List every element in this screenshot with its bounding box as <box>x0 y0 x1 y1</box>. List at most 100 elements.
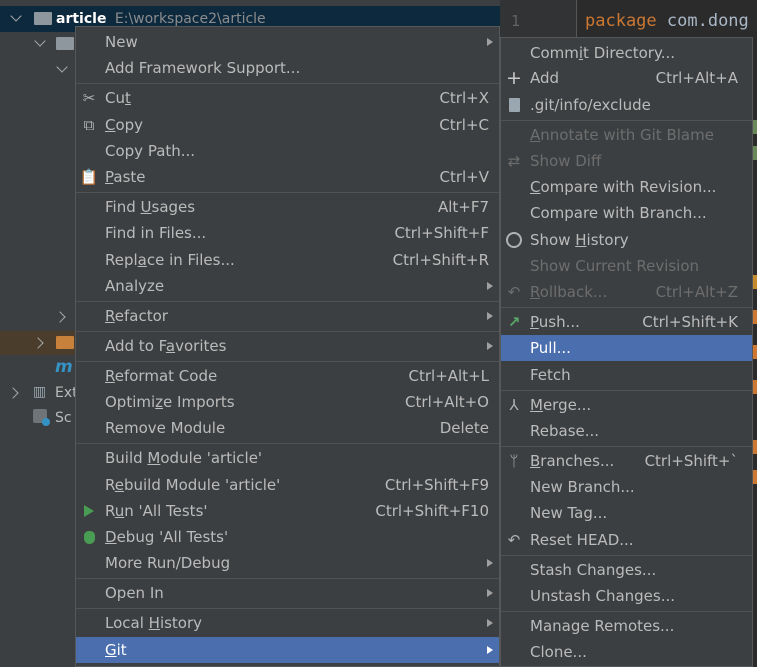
menu-item-reset-head[interactable]: ↶ Reset HEAD... <box>501 527 752 553</box>
menu-item-new-tag[interactable]: New Tag... <box>501 500 752 526</box>
menu-item-analyze[interactable]: Analyze <box>76 273 499 299</box>
menu-item-label: build Module 'article' <box>123 476 281 494</box>
menu-separator <box>76 578 499 579</box>
menu-item-open-in[interactable]: Open In <box>76 580 499 606</box>
menu-item-label: Copy Path... <box>105 142 196 160</box>
menu-item-local-history[interactable]: Local History <box>76 610 499 636</box>
menu-item-label: Rebase... <box>530 422 600 440</box>
menu-separator <box>76 331 499 332</box>
libraries-icon: ▥ <box>33 384 46 400</box>
menu-item-fetch[interactable]: Fetch <box>501 362 752 388</box>
gutter-marker <box>753 380 757 394</box>
shortcut: Ctrl+Shift+F <box>394 224 489 242</box>
chevron-right-icon[interactable] <box>7 387 19 399</box>
menu-item-clone[interactable]: Clone... <box>501 639 752 665</box>
mnemonic: C <box>105 116 116 134</box>
menu-item-show-diff[interactable]: ⇄ Show Diff <box>501 148 752 174</box>
menu-item-add-to-favorites[interactable]: Add to Favorites <box>76 333 499 359</box>
push-arrow-icon: ↗ <box>507 313 521 331</box>
menu-item-debug-all-tests[interactable]: Debug 'All Tests' <box>76 524 499 550</box>
branch-icon: ᛘ <box>509 452 519 470</box>
gutter-marker <box>753 345 757 359</box>
mnemonic: U <box>140 198 152 216</box>
menu-item-label: Fetch <box>530 366 571 384</box>
menu-item-manage-remotes[interactable]: Manage Remotes... <box>501 613 752 639</box>
menu-item-label: ollback... <box>539 283 608 301</box>
submenu-arrow-icon <box>487 342 493 350</box>
gutter-marker <box>753 470 757 484</box>
mnemonic: z <box>155 393 164 411</box>
menu-item-compare-revision[interactable]: Compare with Revision... <box>501 174 752 200</box>
menu-item-optimize-imports[interactable]: Optimize Imports Ctrl+Alt+O <box>76 389 499 415</box>
menu-item-branches[interactable]: ᛘ Branches... Ctrl+Shift+` <box>501 448 752 474</box>
menu-item-copy-path[interactable]: Copy Path... <box>76 138 499 164</box>
code-line[interactable]: package com.dong <box>585 11 749 31</box>
menu-item-remove-module[interactable]: Remove Module Delete <box>76 415 499 441</box>
chevron-down-icon[interactable] <box>34 35 46 47</box>
module-folder-icon <box>34 12 52 25</box>
menu-item-merge[interactable]: ⅄ Merge... <box>501 392 752 418</box>
tree-row-scratches[interactable]: Sc <box>55 405 72 431</box>
menu-item-label: Build <box>105 449 148 467</box>
menu-item-label: Analyze <box>105 277 165 295</box>
menu-separator <box>76 608 499 609</box>
menu-item-annotate[interactable]: Annotate with Git Blame <box>501 122 752 148</box>
menu-item-cut[interactable]: ✂ Cut Ctrl+X <box>76 85 499 111</box>
menu-item-paste[interactable]: 📋 Paste Ctrl+V <box>76 164 499 190</box>
menu-item-new[interactable]: New <box>76 29 499 55</box>
menu-separator <box>76 192 499 193</box>
menu-item-commit-directory[interactable]: Commit Directory... <box>501 40 752 66</box>
shortcut: Ctrl+Shift+F9 <box>384 476 489 494</box>
menu-item-find-usages[interactable]: Find Usages Alt+F7 <box>76 194 499 220</box>
menu-item-rebuild-module[interactable]: Rebuild Module 'article' Ctrl+Shift+F9 <box>76 472 499 498</box>
shortcut: Ctrl+Alt+Z <box>655 283 738 301</box>
menu-item-stash[interactable]: Stash Changes... <box>501 557 752 583</box>
menu-item-find-in-files[interactable]: Find in Files... Ctrl+Shift+F <box>76 220 499 246</box>
mnemonic: P <box>530 313 539 331</box>
menu-separator <box>501 555 752 556</box>
menu-item-add-framework-support[interactable]: Add Framework Support... <box>76 55 499 81</box>
menu-item-label: R <box>105 476 115 494</box>
menu-item-push[interactable]: ↗ Push... Ctrl+Shift+K <box>501 309 752 335</box>
menu-item-copy[interactable]: ⧉ Copy Ctrl+C <box>76 112 499 138</box>
menu-item-reformat-code[interactable]: Reformat Code Ctrl+Alt+L <box>76 363 499 389</box>
shortcut: Ctrl+Shift+F10 <box>375 502 489 520</box>
chevron-down-icon[interactable] <box>56 61 68 73</box>
menu-item-label: e Imports <box>163 393 235 411</box>
menu-item-rebase[interactable]: Rebase... <box>501 418 752 444</box>
clock-badge-icon <box>42 418 50 426</box>
menu-item-add[interactable]: + Add Ctrl+Alt+A <box>501 65 752 91</box>
reset-icon: ↶ <box>507 531 521 549</box>
mnemonic: R <box>105 367 115 385</box>
menu-item-unstash[interactable]: Unstash Changes... <box>501 583 752 609</box>
menu-item-build-module[interactable]: Build Module 'article' <box>76 445 499 471</box>
chevron-right-icon[interactable] <box>54 311 66 323</box>
menu-item-show-current-revision[interactable]: Show Current Revision <box>501 253 752 279</box>
menu-item-run-all-tests[interactable]: Run 'All Tests' Ctrl+Shift+F10 <box>76 498 499 524</box>
menu-item-replace-in-files[interactable]: Replace in Files... Ctrl+Shift+R <box>76 247 499 273</box>
menu-item-new-branch[interactable]: New Branch... <box>501 474 752 500</box>
menu-item-label: Unstash Changes... <box>530 587 676 605</box>
menu-item-label: erge... <box>542 396 592 414</box>
mnemonic: u <box>114 502 125 520</box>
menu-item-label: Local <box>105 614 149 632</box>
menu-item-show-history[interactable]: Show History <box>501 227 752 253</box>
mnemonic: H <box>148 614 160 632</box>
menu-item-label: New Tag... <box>530 504 608 522</box>
menu-item-compare-branch[interactable]: Compare with Branch... <box>501 200 752 226</box>
menu-item-label: ranches... <box>540 452 615 470</box>
menu-item-gitinfo-exclude[interactable]: .git/info/exclude <box>501 92 752 118</box>
menu-item-git[interactable]: Git <box>76 637 499 663</box>
run-icon <box>81 503 97 519</box>
menu-item-label: Add to F <box>105 337 166 355</box>
menu-item-label: sages <box>151 198 196 216</box>
mnemonic: A <box>530 126 541 144</box>
menu-item-pull[interactable]: Pull... <box>501 335 752 361</box>
menu-item-more-run-debug[interactable]: More Run/Debug <box>76 550 499 576</box>
menu-separator <box>501 120 752 121</box>
menu-item-refactor[interactable]: Refactor <box>76 303 499 329</box>
context-menu: New Add Framework Support... ✂ Cut Ctrl+… <box>75 26 500 667</box>
line-number: 1 <box>511 12 521 30</box>
menu-item-rollback[interactable]: ↶ Rollback... Ctrl+Alt+Z <box>501 279 752 305</box>
menu-separator <box>76 443 499 444</box>
